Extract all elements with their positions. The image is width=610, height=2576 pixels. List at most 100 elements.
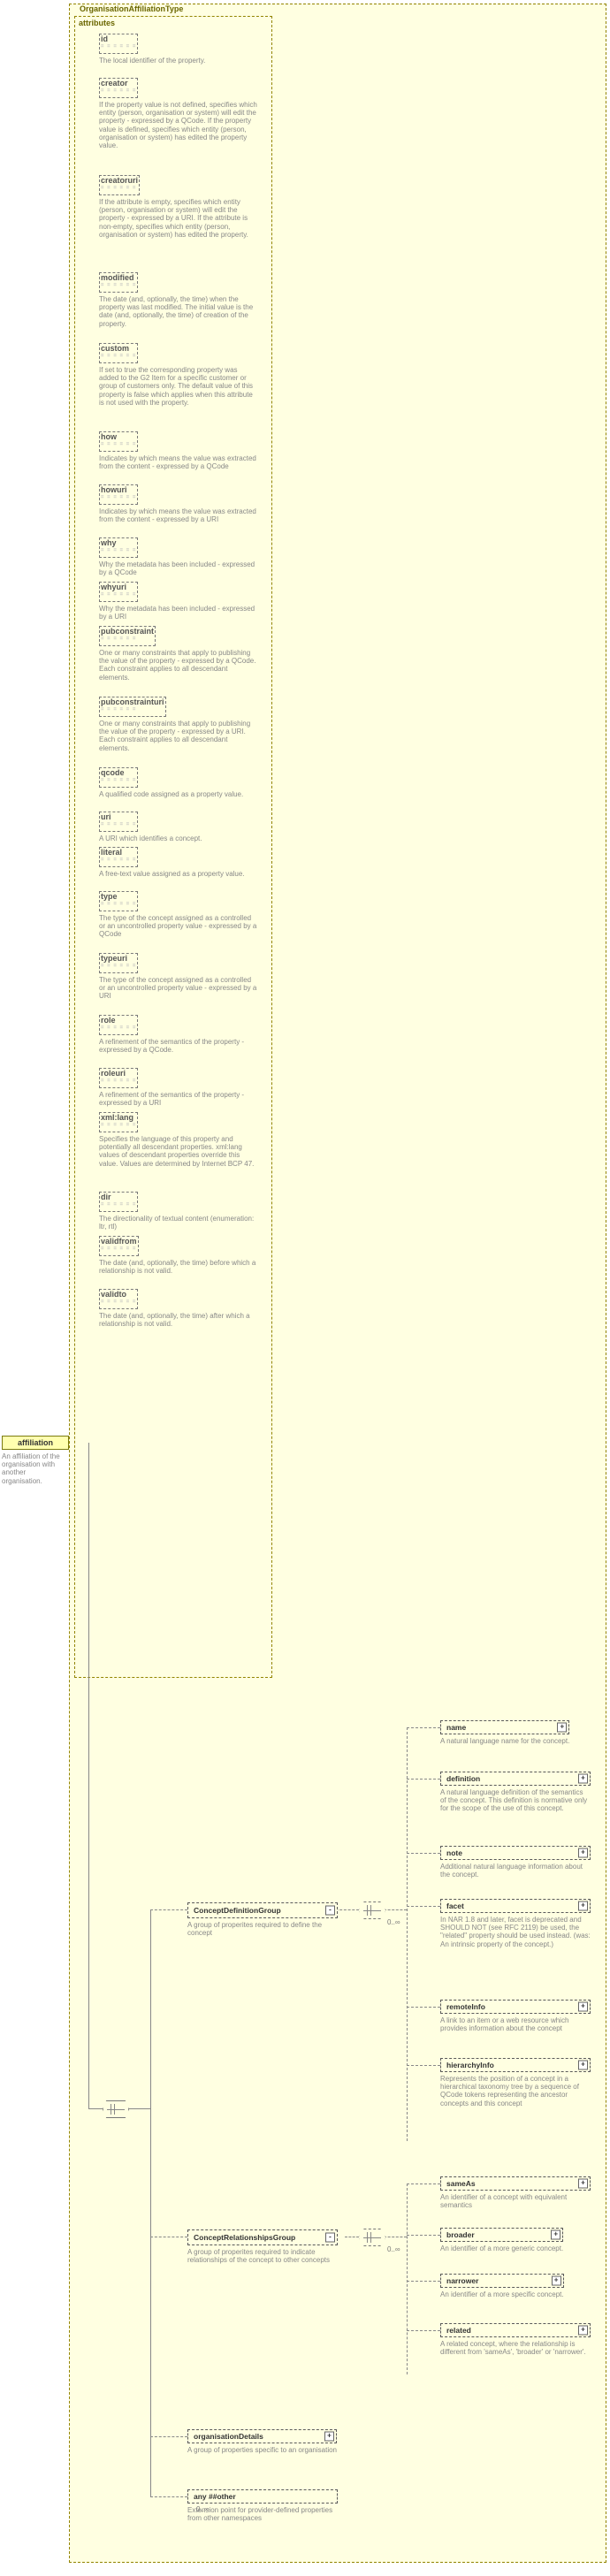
attribute-type-icon: = = = = = = bbox=[101, 708, 164, 712]
attribute-type-icon: = = = = = = bbox=[101, 1203, 136, 1207]
expand-icon[interactable]: + bbox=[557, 1723, 567, 1733]
expand-icon[interactable]: + bbox=[578, 2061, 588, 2070]
affiliation-element[interactable]: affiliation An affiliation of the organi… bbox=[2, 1436, 69, 1485]
attribute-label: creatoruri= = = = = = bbox=[99, 175, 140, 195]
attribute-label: pubconstraint= = = = = = bbox=[99, 626, 156, 646]
attribute-label: how= = = = = = bbox=[99, 431, 138, 452]
note-element[interactable]: note + Additional natural language informa… bbox=[440, 1846, 591, 1879]
expand-icon[interactable]: - bbox=[325, 2233, 335, 2243]
cardinality-text: 0..∞ bbox=[387, 2245, 400, 2253]
sameas-element[interactable]: sameAs + An identifier of a concept with e… bbox=[440, 2176, 591, 2209]
attribute-type-icon: = = = = = = bbox=[101, 354, 136, 358]
conceptdefinitiongroup-box[interactable]: ConceptDefinitionGroup - A group of prop… bbox=[187, 1902, 338, 1937]
broader-element[interactable]: broader+An identifier of a more generic … bbox=[440, 2228, 563, 2252]
attribute-type-icon: = = = = = = bbox=[101, 443, 136, 446]
element-desc: A natural language definition of the sem… bbox=[440, 1788, 591, 1813]
attribute-label: roleuri= = = = = = bbox=[99, 1068, 138, 1088]
element-desc: Represents the position of a concept in … bbox=[440, 2075, 591, 2107]
element-desc: An identifier of a concept with equivale… bbox=[440, 2193, 591, 2209]
attribute-type: type= = = = = = The type of the concept a… bbox=[95, 891, 263, 939]
attribute-desc: One or many constraints that apply to pu… bbox=[99, 649, 258, 682]
element-label-text: note bbox=[446, 1848, 462, 1857]
attribute-label: xml:lang= = = = = = bbox=[99, 1112, 138, 1132]
connector-line bbox=[88, 1443, 89, 2108]
attribute-label: id= = = = = = bbox=[99, 34, 138, 54]
connector-line bbox=[407, 2184, 408, 2374]
organisationdetails-desc: A group of properties specific to an org… bbox=[187, 2446, 337, 2454]
attribute-label: why= = = = = = bbox=[99, 537, 138, 558]
diagram-canvas: OrganisationAffiliationType attributes a… bbox=[0, 0, 610, 2576]
attribute-desc: A refinement of the semantics of the pro… bbox=[99, 1091, 258, 1107]
attribute-howuri: howuri= = = = = =Indicates by which mean… bbox=[95, 484, 263, 523]
connector-line bbox=[407, 2235, 440, 2236]
connector-line bbox=[127, 2108, 150, 2109]
element-desc: A link to an item or a web resource whic… bbox=[440, 2016, 591, 2032]
attribute-label: validto= = = = = = bbox=[99, 1289, 138, 1309]
attribute-desc: The local identifier of the property. bbox=[99, 57, 258, 65]
related-element[interactable]: related+A related concept, where the rel… bbox=[440, 2323, 591, 2356]
attribute-type-icon: = = = = = = bbox=[101, 1300, 136, 1304]
conceptrelationshipsgroup-box[interactable]: ConceptRelationshipsGroup - A group of p… bbox=[187, 2229, 338, 2264]
attribute-validto: validto= = = = = =The date (and, optiona… bbox=[95, 1289, 263, 1328]
element-label-text: any ##other bbox=[194, 2492, 236, 2501]
conceptrelationshipsgroup-label: ConceptRelationshipsGroup - bbox=[187, 2229, 338, 2245]
attribute-roleuri: roleuri= = = = = = A refinement of the se… bbox=[95, 1068, 263, 1107]
attribute-label: uri= = = = = = bbox=[99, 812, 138, 832]
attribute-desc: Indicates by which means the value was e… bbox=[99, 454, 258, 470]
attribute-desc: If the property value is not defined, sp… bbox=[99, 101, 258, 149]
any-other-box[interactable]: any ##other Extension point for provider… bbox=[187, 2489, 338, 2522]
element-desc: Additional natural language information … bbox=[440, 1863, 591, 1879]
expand-icon[interactable]: + bbox=[578, 1902, 588, 1911]
element-label-text: related bbox=[446, 2326, 471, 2335]
remoteinfo-element[interactable]: remoteInfo+ A link to an item or a web re… bbox=[440, 2000, 591, 2032]
attribute-label: pubconstrainturi= = = = = = bbox=[99, 697, 166, 717]
attribute-type-icon: = = = = = = bbox=[101, 593, 136, 597]
expand-icon[interactable]: + bbox=[578, 2179, 588, 2189]
attribute-desc: The type of the concept assigned as a co… bbox=[99, 976, 258, 1001]
element-label: related + bbox=[440, 2323, 591, 2337]
organisationdetails-box[interactable]: organisationDetails + A group of propert… bbox=[187, 2429, 337, 2454]
expand-icon[interactable]: + bbox=[578, 2326, 588, 2336]
attribute-desc: If the attribute is empty, specifies whi… bbox=[99, 198, 258, 239]
element-label-text: definition bbox=[446, 1774, 480, 1783]
attribute-role: role= = = = = =A refinement of the seman… bbox=[95, 1015, 263, 1054]
attribute-type-icon: = = = = = = bbox=[101, 187, 138, 190]
hierarchyinfo-element[interactable]: hierarchyInfo+Represents the position of… bbox=[440, 2058, 591, 2107]
definition-element[interactable]: definition + A natural language definition… bbox=[440, 1772, 591, 1813]
attribute-label: type= = = = = = bbox=[99, 891, 138, 911]
expand-icon[interactable]: + bbox=[324, 2432, 334, 2442]
group-label-text: ConceptRelationshipsGroup bbox=[194, 2233, 295, 2242]
connector-line bbox=[407, 1727, 440, 1728]
attribute-desc: The directionality of textual content (e… bbox=[99, 1215, 258, 1231]
narrower-element[interactable]: narrower+An identifier of a more specifi… bbox=[440, 2274, 564, 2298]
expand-icon[interactable]: + bbox=[578, 2002, 588, 2012]
attribute-type-icon: = = = = = = bbox=[101, 1247, 137, 1251]
element-desc: A natural language name for the concept. bbox=[440, 1737, 569, 1745]
attribute-desc: Why the metadata has been included - exp… bbox=[99, 560, 258, 576]
attribute-desc: A URI which identifies a concept. bbox=[99, 835, 258, 842]
attribute-desc: Why the metadata has been included - exp… bbox=[99, 605, 258, 621]
any-other-label: any ##other bbox=[187, 2489, 338, 2504]
connector-line bbox=[407, 2281, 440, 2282]
expand-icon[interactable]: + bbox=[578, 1848, 588, 1858]
attribute-qcode: qcode= = = = = =A qualified code assigne… bbox=[95, 767, 263, 798]
any-other-desc: Extension point for provider-defined pro… bbox=[187, 2506, 338, 2522]
attribute-label: literal= = = = = = bbox=[99, 847, 138, 867]
facet-element[interactable]: facet+In NAR 1.8 and later, facet is dep… bbox=[440, 1899, 591, 1948]
element-label: remoteInfo+ bbox=[440, 2000, 591, 2014]
attribute-label: modified= = = = = = bbox=[99, 272, 138, 293]
attribute-desc: The type of the concept assigned as a co… bbox=[99, 914, 258, 939]
expand-icon[interactable]: + bbox=[578, 1774, 588, 1784]
attribute-uri: uri= = = = = = A URI which identifies a c… bbox=[95, 812, 263, 842]
name-element[interactable]: name+A natural language name for the con… bbox=[440, 1720, 569, 1745]
attribute-pubconstrainturi: pubconstrainturi= = = = = =One or many c… bbox=[95, 697, 263, 752]
expand-icon[interactable]: + bbox=[552, 2276, 561, 2286]
attribute-desc: Indicates by which means the value was e… bbox=[99, 507, 258, 523]
expand-icon[interactable]: - bbox=[325, 1906, 335, 1916]
attribute-type-icon: = = = = = = bbox=[101, 496, 136, 499]
attribute-type-icon: = = = = = = bbox=[101, 1124, 136, 1127]
expand-icon[interactable]: + bbox=[551, 2230, 560, 2240]
element-desc: In NAR 1.8 and later, facet is deprecate… bbox=[440, 1916, 591, 1948]
attribute-type-icon: = = = = = = bbox=[101, 1026, 136, 1030]
element-label-text: sameAs bbox=[446, 2179, 476, 2188]
